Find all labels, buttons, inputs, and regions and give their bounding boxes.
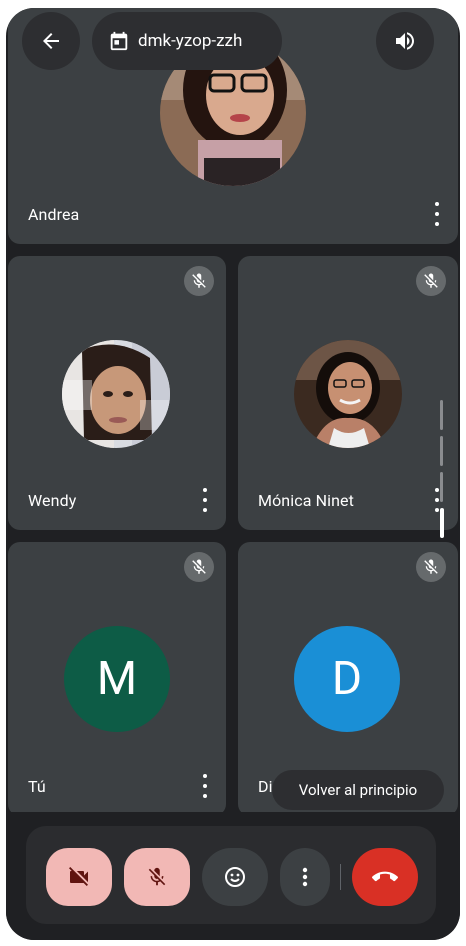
end-call-button[interactable] bbox=[352, 848, 418, 906]
participant-avatar-self: M bbox=[64, 626, 170, 732]
participant-tile-monica-ninet[interactable]: Mónica Ninet bbox=[238, 256, 458, 530]
call-controls-bar bbox=[6, 812, 460, 940]
speaker-icon bbox=[396, 32, 414, 50]
participant-avatar-di: D bbox=[294, 626, 400, 732]
more-vert-icon[interactable] bbox=[198, 774, 212, 798]
participant-avatar-wendy bbox=[62, 340, 170, 448]
participant-name-monica-ninet: Mónica Ninet bbox=[258, 491, 354, 510]
participant-name-wendy: Wendy bbox=[28, 491, 77, 510]
end-call-icon bbox=[372, 871, 398, 882]
more-vert-icon[interactable] bbox=[430, 202, 444, 226]
mic-off-icon bbox=[184, 552, 214, 582]
mic-off-icon bbox=[416, 552, 446, 582]
back-to-top-tooltip[interactable]: Volver al principio bbox=[272, 770, 444, 810]
meet-call-screen: Andrea dmk-yzop-zzh Wendy Mónica Ninet M… bbox=[6, 8, 460, 940]
back-button[interactable] bbox=[22, 12, 80, 70]
arrow-left-icon bbox=[43, 33, 59, 49]
meeting-code: dmk-yzop-zzh bbox=[138, 31, 243, 51]
scrollbar-thumb[interactable] bbox=[440, 508, 444, 538]
meeting-info-button[interactable]: dmk-yzop-zzh bbox=[92, 12, 282, 70]
scrollbar-track[interactable] bbox=[440, 436, 443, 466]
participant-name-andrea: Andrea bbox=[28, 205, 80, 224]
audio-output-button[interactable] bbox=[376, 12, 434, 70]
toggle-mic-button[interactable] bbox=[124, 848, 190, 906]
more-vert-icon[interactable] bbox=[198, 488, 212, 512]
more-vert-icon bbox=[302, 867, 308, 887]
mic-off-icon bbox=[148, 867, 166, 886]
mic-off-icon bbox=[184, 266, 214, 296]
participant-name-di: Di bbox=[258, 777, 273, 796]
reactions-button[interactable] bbox=[202, 848, 268, 906]
scrollbar-track[interactable] bbox=[440, 472, 443, 502]
participant-tile-self[interactable]: M Tú bbox=[8, 542, 226, 816]
participant-name-self: Tú bbox=[28, 777, 46, 796]
call-controls-panel bbox=[26, 826, 436, 924]
scrollbar-track[interactable] bbox=[440, 400, 443, 430]
more-options-button[interactable] bbox=[280, 848, 330, 906]
toggle-camera-button[interactable] bbox=[46, 848, 112, 906]
camera-off-icon bbox=[69, 867, 88, 886]
participant-avatar-monica-ninet bbox=[294, 340, 402, 448]
controls-divider bbox=[340, 864, 341, 890]
emoji-icon bbox=[225, 867, 245, 887]
participant-tile-wendy[interactable]: Wendy bbox=[8, 256, 226, 530]
calendar-icon bbox=[110, 31, 128, 51]
mic-off-icon bbox=[416, 266, 446, 296]
